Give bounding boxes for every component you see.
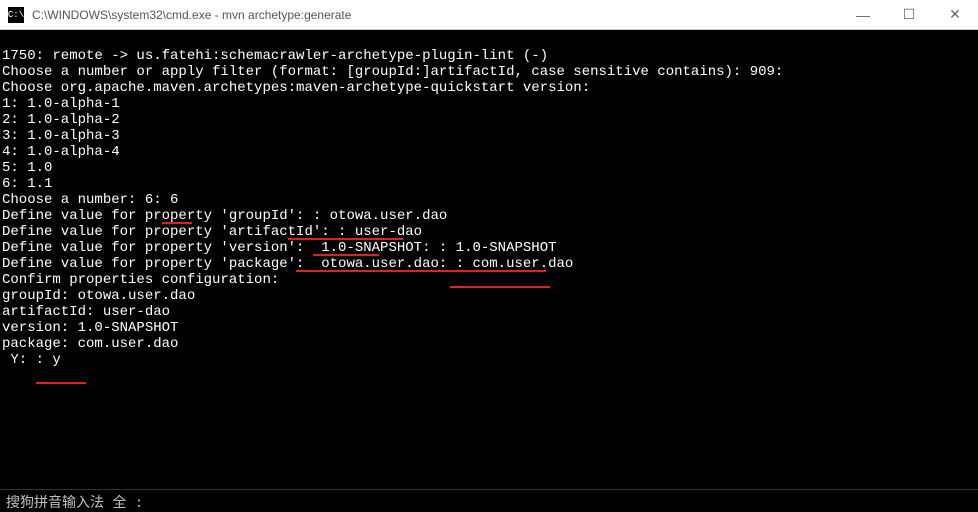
terminal-line: 2: 1.0-alpha-2 bbox=[2, 112, 120, 128]
minimize-button[interactable]: — bbox=[840, 0, 886, 29]
terminal-line: Choose a number or apply filter (format:… bbox=[2, 64, 783, 80]
terminal-line: 4: 1.0-alpha-4 bbox=[2, 144, 120, 160]
terminal-line: 5: 1.0 bbox=[2, 160, 52, 176]
terminal-line: 1750: remote -> us.fatehi:schemacrawler-… bbox=[2, 48, 548, 64]
terminal-line: Define value for property 'version': 1.0… bbox=[2, 240, 557, 256]
terminal-line: Confirm properties configuration: bbox=[2, 272, 279, 288]
terminal-line: 1: 1.0-alpha-1 bbox=[2, 96, 120, 112]
terminal-line: package: com.user.dao bbox=[2, 336, 178, 352]
annotation-underline bbox=[450, 286, 550, 288]
terminal-line: Y: : y bbox=[2, 352, 61, 368]
terminal-line: Choose org.apache.maven.archetypes:maven… bbox=[2, 80, 590, 96]
terminal-line: Choose a number: 6: 6 bbox=[2, 192, 178, 208]
terminal-line: 6: 1.1 bbox=[2, 176, 52, 192]
window-title: C:\WINDOWS\system32\cmd.exe - mvn archet… bbox=[32, 8, 840, 22]
annotation-underline bbox=[162, 222, 192, 224]
annotation-underline bbox=[296, 270, 546, 272]
annotation-underline bbox=[288, 238, 403, 240]
cmd-icon: C:\ bbox=[8, 7, 24, 23]
annotation-underline bbox=[36, 382, 86, 384]
terminal-output[interactable]: 1750: remote -> us.fatehi:schemacrawler-… bbox=[0, 30, 978, 386]
terminal-line: groupId: otowa.user.dao bbox=[2, 288, 195, 304]
ime-status-bar: 搜狗拼音输入法 全 : bbox=[0, 489, 978, 511]
maximize-button[interactable]: ☐ bbox=[886, 0, 932, 29]
terminal-line: 3: 1.0-alpha-3 bbox=[2, 128, 120, 144]
window-controls: — ☐ ✕ bbox=[840, 0, 978, 29]
terminal-line: artifactId: user-dao bbox=[2, 304, 170, 320]
terminal-line: Define value for property 'groupId': : o… bbox=[2, 208, 447, 224]
terminal-wrapper: 1750: remote -> us.fatehi:schemacrawler-… bbox=[0, 30, 978, 386]
window-titlebar: C:\ C:\WINDOWS\system32\cmd.exe - mvn ar… bbox=[0, 0, 978, 30]
close-button[interactable]: ✕ bbox=[932, 0, 978, 29]
terminal-line: version: 1.0-SNAPSHOT bbox=[2, 320, 178, 336]
annotation-underline bbox=[313, 254, 379, 256]
